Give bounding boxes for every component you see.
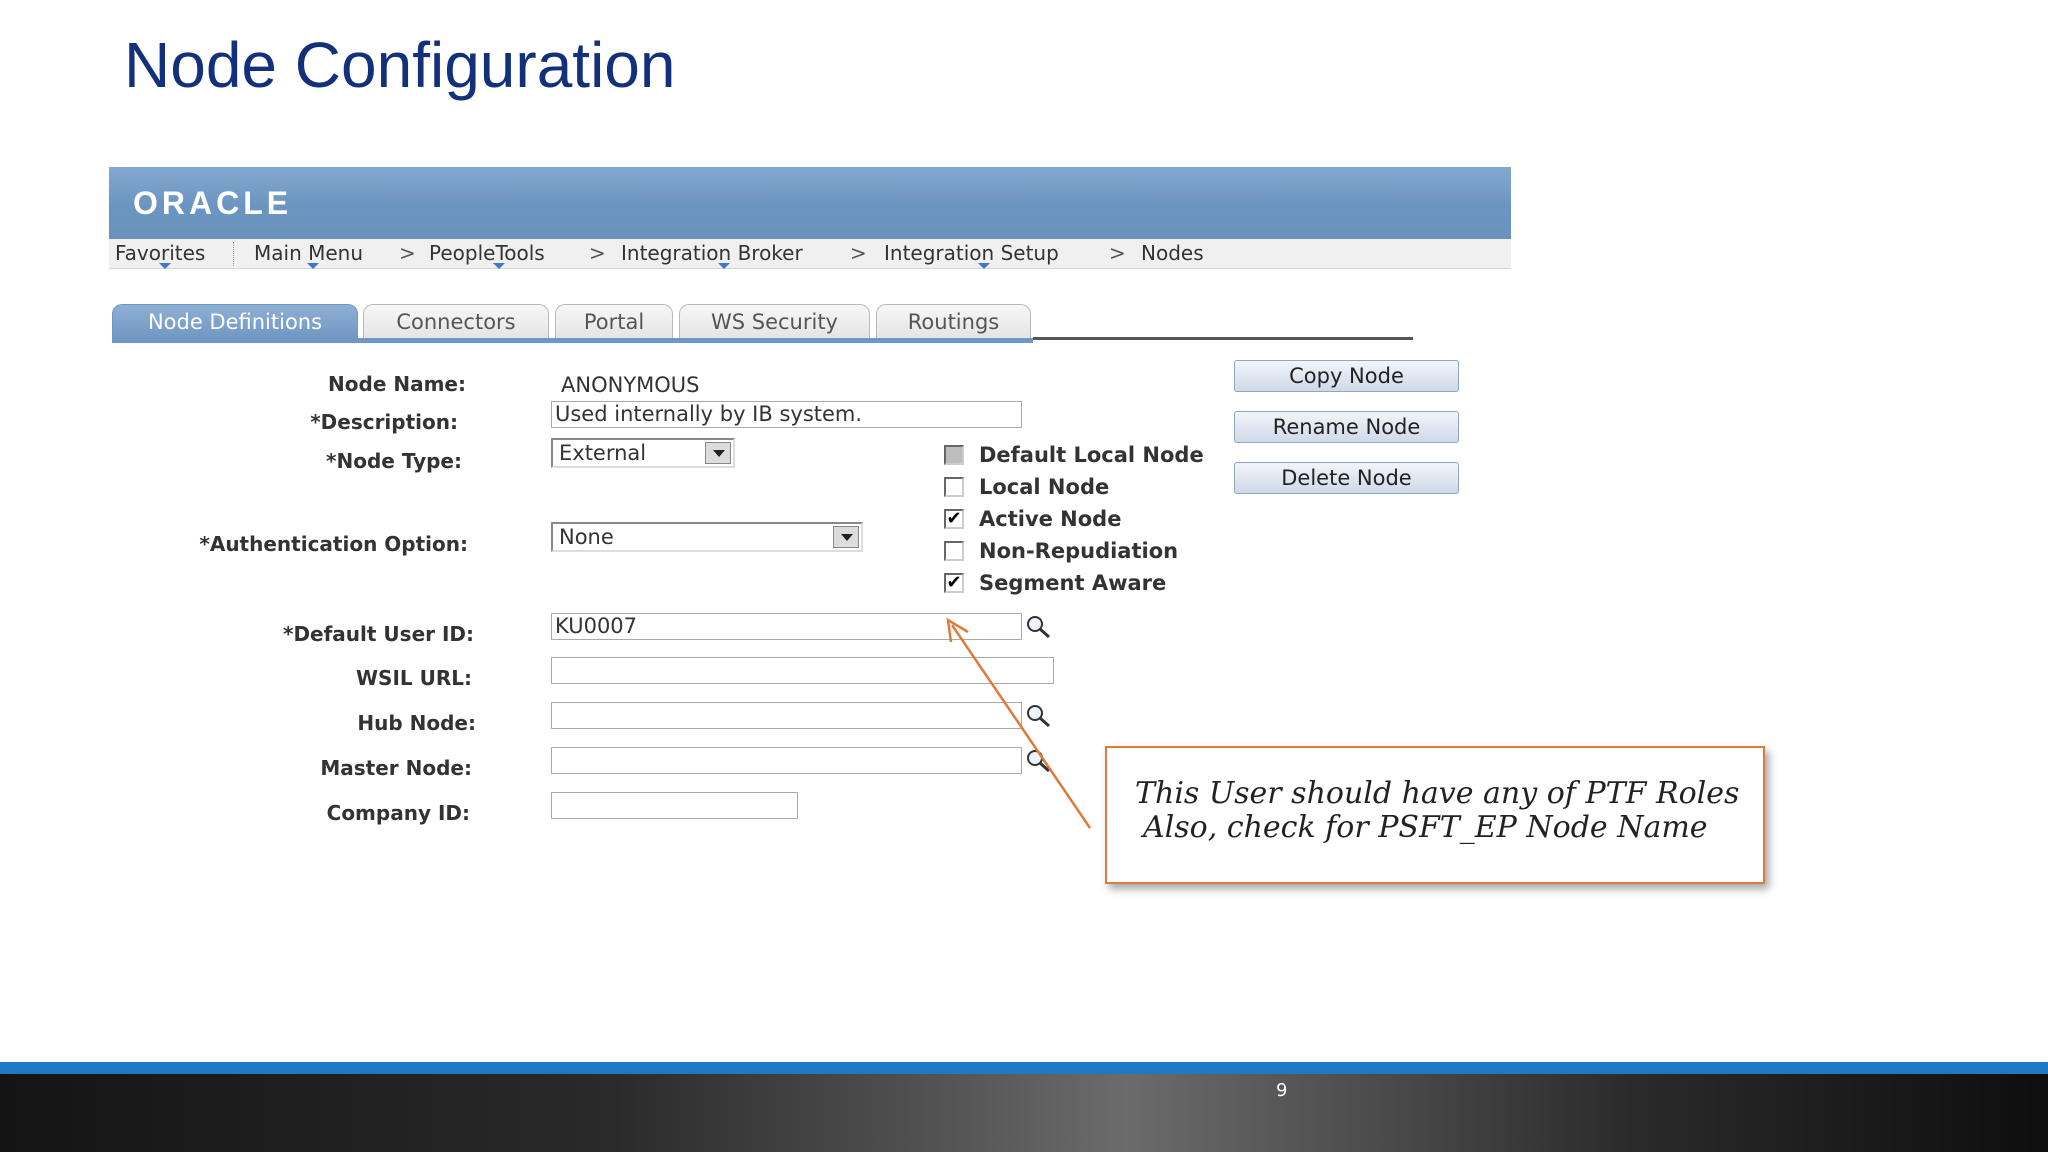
delete-node-button[interactable]: Delete Node [1234, 462, 1459, 494]
node-type-select[interactable]: External [551, 438, 735, 468]
dropdown-arrow-icon[interactable] [833, 526, 859, 548]
node-name-label: Node Name: [328, 372, 466, 396]
tab-ws-security[interactable]: WS Security [679, 304, 870, 339]
hub-node-lookup-icon[interactable] [1024, 703, 1052, 729]
breadcrumb-separator: > [1109, 241, 1126, 265]
tab-underline [112, 338, 1033, 343]
master-node-field[interactable] [551, 747, 1022, 774]
non-repudiation-label: Non-Repudiation [979, 539, 1179, 563]
breadcrumb-nodes[interactable]: Nodes [1141, 239, 1204, 267]
local-node-label: Local Node [979, 475, 1110, 499]
master-node-label: Master Node: [320, 756, 472, 780]
local-node-checkbox[interactable] [944, 477, 964, 497]
checkmark-icon: ✔ [946, 508, 962, 529]
hub-node-field[interactable] [551, 702, 1022, 729]
active-node-checkbox[interactable]: ✔ [944, 509, 964, 529]
oracle-logo: ORACLE [133, 185, 293, 221]
main-menu-dropdown-icon[interactable] [307, 263, 319, 269]
tab-portal[interactable]: Portal [555, 304, 673, 339]
breadcrumb-separator: > [589, 241, 606, 265]
callout-line-2: Also, check for PSFT_EP Node Name [1143, 810, 1708, 845]
master-node-lookup-icon[interactable] [1024, 748, 1052, 774]
peopletools-dropdown-icon[interactable] [493, 263, 505, 269]
integration-setup-dropdown-icon[interactable] [978, 263, 990, 269]
oracle-banner: ORACLE [109, 167, 1511, 239]
non-repudiation-checkbox[interactable] [944, 541, 964, 561]
breadcrumb-separator: > [850, 241, 867, 265]
breadcrumb-integration-broker[interactable]: Integration Broker [621, 239, 803, 267]
default-local-node-label: Default Local Node [979, 443, 1204, 467]
copy-node-button[interactable]: Copy Node [1234, 360, 1459, 392]
integration-broker-dropdown-icon[interactable] [718, 263, 730, 269]
company-id-field[interactable] [551, 792, 798, 819]
default-user-id-label: *Default User ID: [282, 622, 474, 646]
breadcrumb-separator: > [399, 241, 416, 265]
breadcrumb: Favorites Main Menu > PeopleTools > Inte… [109, 239, 1511, 269]
breadcrumb-divider [233, 242, 235, 266]
checkmark-icon: ✔ [946, 572, 962, 593]
default-user-id-field[interactable]: KU0007 [551, 613, 1022, 640]
node-name-value: ANONYMOUS [561, 373, 700, 397]
company-id-label: Company ID: [326, 801, 470, 825]
tab-node-definitions[interactable]: Node Definitions [112, 304, 358, 339]
footer-accent-bar [0, 1062, 2048, 1074]
wsil-url-label: WSIL URL: [356, 666, 472, 690]
callout-line-1: This User should have any of PTF Roles [1135, 776, 1740, 811]
dropdown-arrow-icon[interactable] [705, 442, 731, 464]
slide-title: Node Configuration [124, 29, 676, 101]
description-label: *Description: [310, 410, 458, 434]
authentication-option-select[interactable]: None [551, 522, 863, 552]
default-user-id-lookup-icon[interactable] [1024, 614, 1052, 640]
breadcrumb-peopletools[interactable]: PeopleTools [429, 239, 545, 267]
authentication-option-value: None [559, 525, 614, 549]
node-type-label: *Node Type: [326, 449, 462, 473]
segment-aware-label: Segment Aware [979, 571, 1167, 595]
page-number: 9 [1276, 1080, 1288, 1101]
annotation-callout: This User should have any of PTF Roles A… [1105, 746, 1765, 884]
breadcrumb-integration-setup[interactable]: Integration Setup [884, 239, 1059, 267]
authentication-option-label: *Authentication Option: [199, 532, 468, 556]
tab-routings[interactable]: Routings [876, 304, 1031, 339]
segment-aware-checkbox[interactable]: ✔ [944, 573, 964, 593]
default-local-node-checkbox[interactable] [944, 445, 964, 465]
active-node-label: Active Node [979, 507, 1122, 531]
hub-node-label: Hub Node: [357, 711, 476, 735]
description-field[interactable]: Used internally by IB system. [551, 401, 1022, 428]
node-type-value: External [559, 441, 647, 465]
tab-connectors[interactable]: Connectors [363, 304, 549, 339]
tab-bar-line [1033, 337, 1413, 340]
rename-node-button[interactable]: Rename Node [1234, 411, 1459, 443]
wsil-url-field[interactable] [551, 657, 1054, 684]
favorites-dropdown-icon[interactable] [159, 263, 171, 269]
footer-bar [0, 1074, 2048, 1152]
